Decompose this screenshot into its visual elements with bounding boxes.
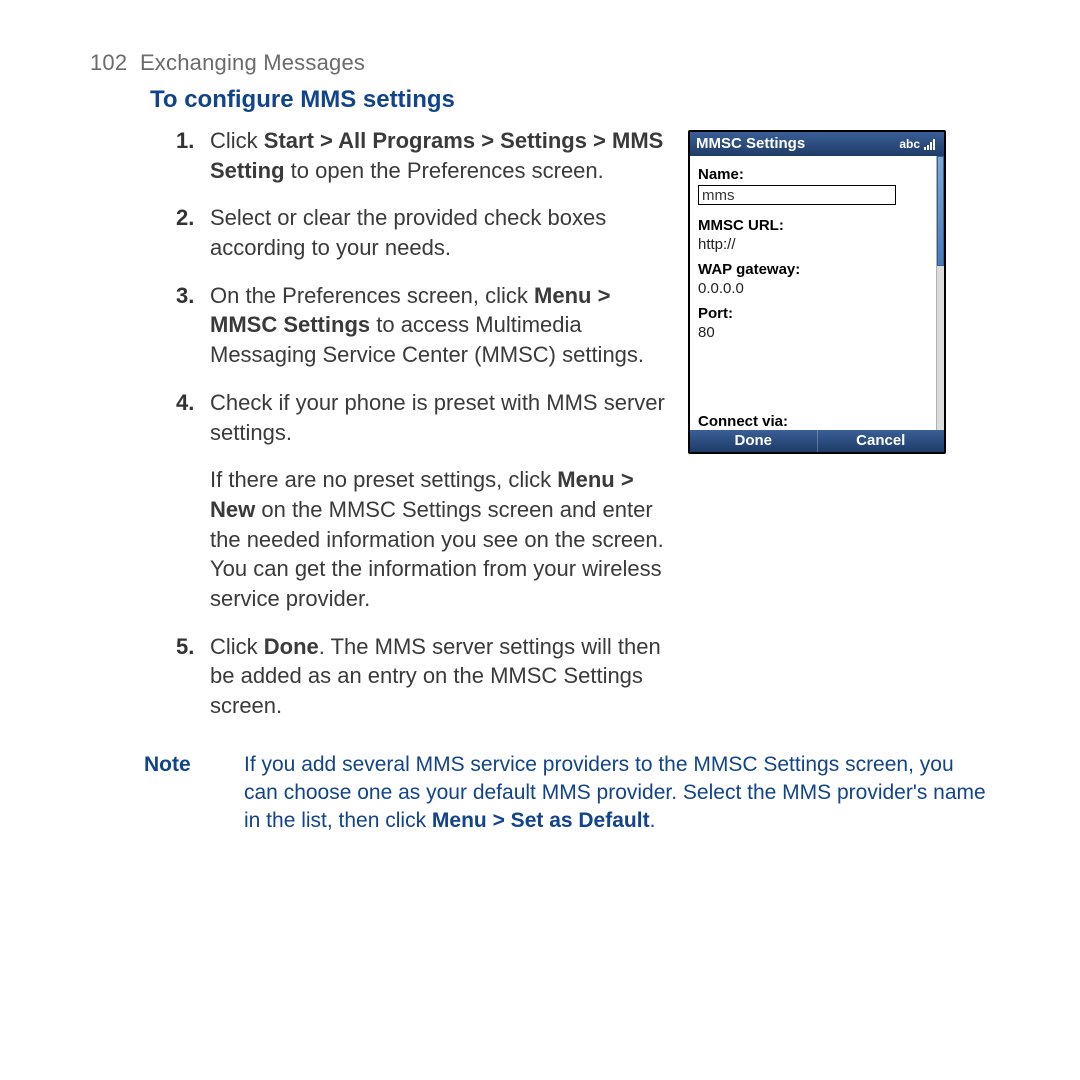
step-text: Click (210, 634, 264, 659)
name-input[interactable] (698, 185, 896, 205)
step-text: Check if your phone is preset with MMS s… (210, 390, 665, 445)
instruction-list: 1. Click Start > All Programs > Settings… (90, 126, 670, 721)
step-text: Select or clear the provided check boxes… (210, 205, 606, 260)
wap-gateway-label: WAP gateway: (698, 261, 934, 278)
softkey-bar: Done Cancel (690, 430, 944, 452)
name-label: Name: (698, 166, 934, 183)
step-number: 3. (176, 281, 194, 311)
page-number: 102 (90, 50, 127, 75)
step-2: 2. Select or clear the provided check bo… (210, 203, 670, 262)
step-4: 4. Check if your phone is preset with MM… (210, 388, 670, 614)
signal-icon (924, 138, 938, 150)
mmsc-url-value[interactable]: http:// (698, 236, 934, 253)
chapter-title: Exchanging Messages (140, 50, 365, 75)
step-number: 5. (176, 632, 194, 662)
wap-gateway-value[interactable]: 0.0.0.0 (698, 280, 934, 297)
step-5: 5. Click Done. The MMS server settings w… (210, 632, 670, 721)
step-3: 3. On the Preferences screen, click Menu… (210, 281, 670, 370)
section-title: To configure MMS settings (150, 86, 990, 114)
mmsc-url-label: MMSC URL: (698, 217, 934, 234)
done-button[interactable]: Done (690, 430, 817, 452)
step-number: 1. (176, 126, 194, 156)
phone-body: Name: MMSC URL: http:// WAP gateway: 0.0… (690, 156, 944, 430)
phone-titlebar: MMSC Settings abc (690, 132, 944, 156)
connect-via-label: Connect via: (698, 413, 788, 430)
cancel-button[interactable]: Cancel (817, 430, 945, 452)
scrollbar-thumb[interactable] (937, 156, 944, 266)
note: Note If you add several MMS service prov… (90, 751, 990, 836)
step-text: If there are no preset settings, click (210, 467, 557, 492)
step-text: on the MMSC Settings screen and enter th… (210, 497, 664, 611)
scrollbar[interactable] (936, 156, 944, 430)
phone-title: MMSC Settings (696, 132, 805, 156)
note-label: Note (144, 751, 244, 836)
step-1: 1. Click Start > All Programs > Settings… (210, 126, 670, 185)
note-bold: Menu > Set as Default (432, 809, 650, 832)
step-text: to open the Preferences screen. (285, 158, 604, 183)
port-value[interactable]: 80 (698, 324, 934, 341)
input-mode-indicator: abc (899, 132, 920, 156)
note-text: . (650, 809, 656, 832)
page-header: 102 Exchanging Messages (90, 50, 990, 76)
port-label: Port: (698, 305, 934, 322)
step-bold: Done (264, 634, 319, 659)
mmsc-settings-screenshot: MMSC Settings abc Name: MMSC URL: http:/… (688, 130, 946, 454)
step-text: Click (210, 128, 264, 153)
step-text: On the Preferences screen, click (210, 283, 534, 308)
step-number: 4. (176, 388, 194, 418)
step-number: 2. (176, 203, 194, 233)
